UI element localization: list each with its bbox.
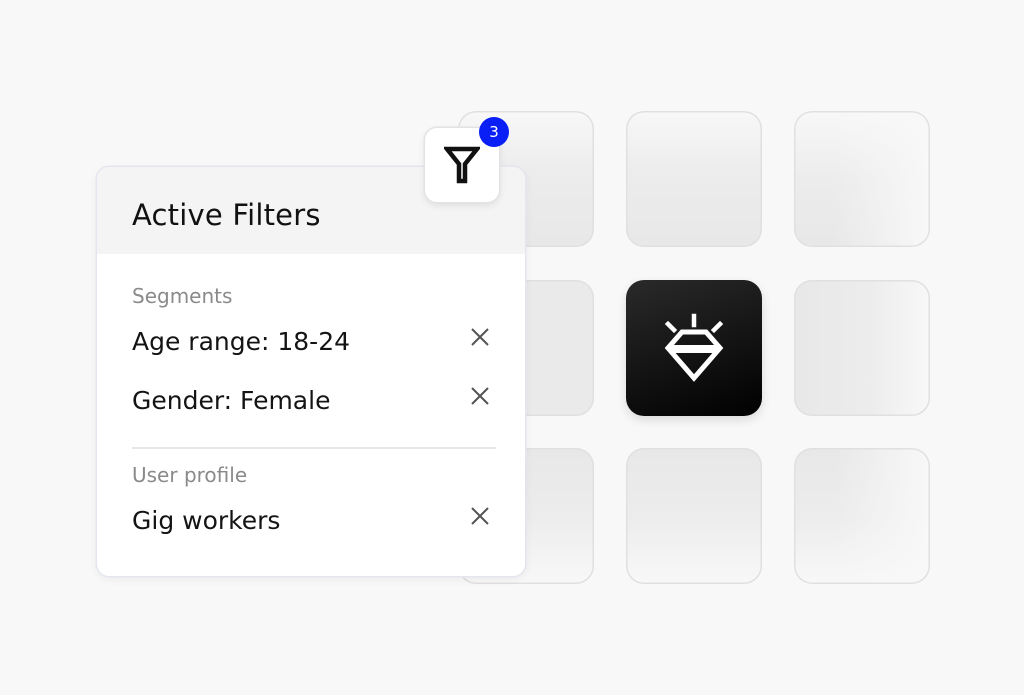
active-filters-panel: Active Filters Segments Age range: 18-24… bbox=[97, 167, 525, 576]
filter-funnel-icon bbox=[444, 146, 480, 184]
diamond-sparkle-icon bbox=[664, 313, 724, 382]
featured-app-tile[interactable] bbox=[626, 280, 762, 416]
filter-chip-gig-workers: Gig workers bbox=[132, 502, 492, 538]
close-icon bbox=[471, 387, 489, 405]
remove-filter-button[interactable] bbox=[468, 504, 492, 528]
filter-chip-age-range: Age range: 18-24 bbox=[132, 323, 492, 359]
close-icon bbox=[471, 507, 489, 525]
app-tile bbox=[626, 448, 762, 584]
app-tile bbox=[794, 111, 930, 247]
section-label-user-profile: User profile bbox=[132, 463, 248, 487]
panel-title: Active Filters bbox=[132, 198, 321, 232]
app-tile bbox=[794, 280, 930, 416]
remove-filter-button[interactable] bbox=[468, 325, 492, 349]
section-divider bbox=[132, 447, 496, 449]
section-label-segments: Segments bbox=[132, 284, 233, 308]
filter-label: Gender: Female bbox=[132, 385, 331, 415]
filter-label: Gig workers bbox=[132, 505, 281, 535]
filter-label: Age range: 18-24 bbox=[132, 326, 351, 356]
remove-filter-button[interactable] bbox=[468, 384, 492, 408]
filter-count-badge: 3 bbox=[479, 117, 509, 147]
filter-chip-gender: Gender: Female bbox=[132, 382, 492, 418]
app-tile bbox=[794, 448, 930, 584]
close-icon bbox=[471, 328, 489, 346]
app-tile bbox=[626, 111, 762, 247]
